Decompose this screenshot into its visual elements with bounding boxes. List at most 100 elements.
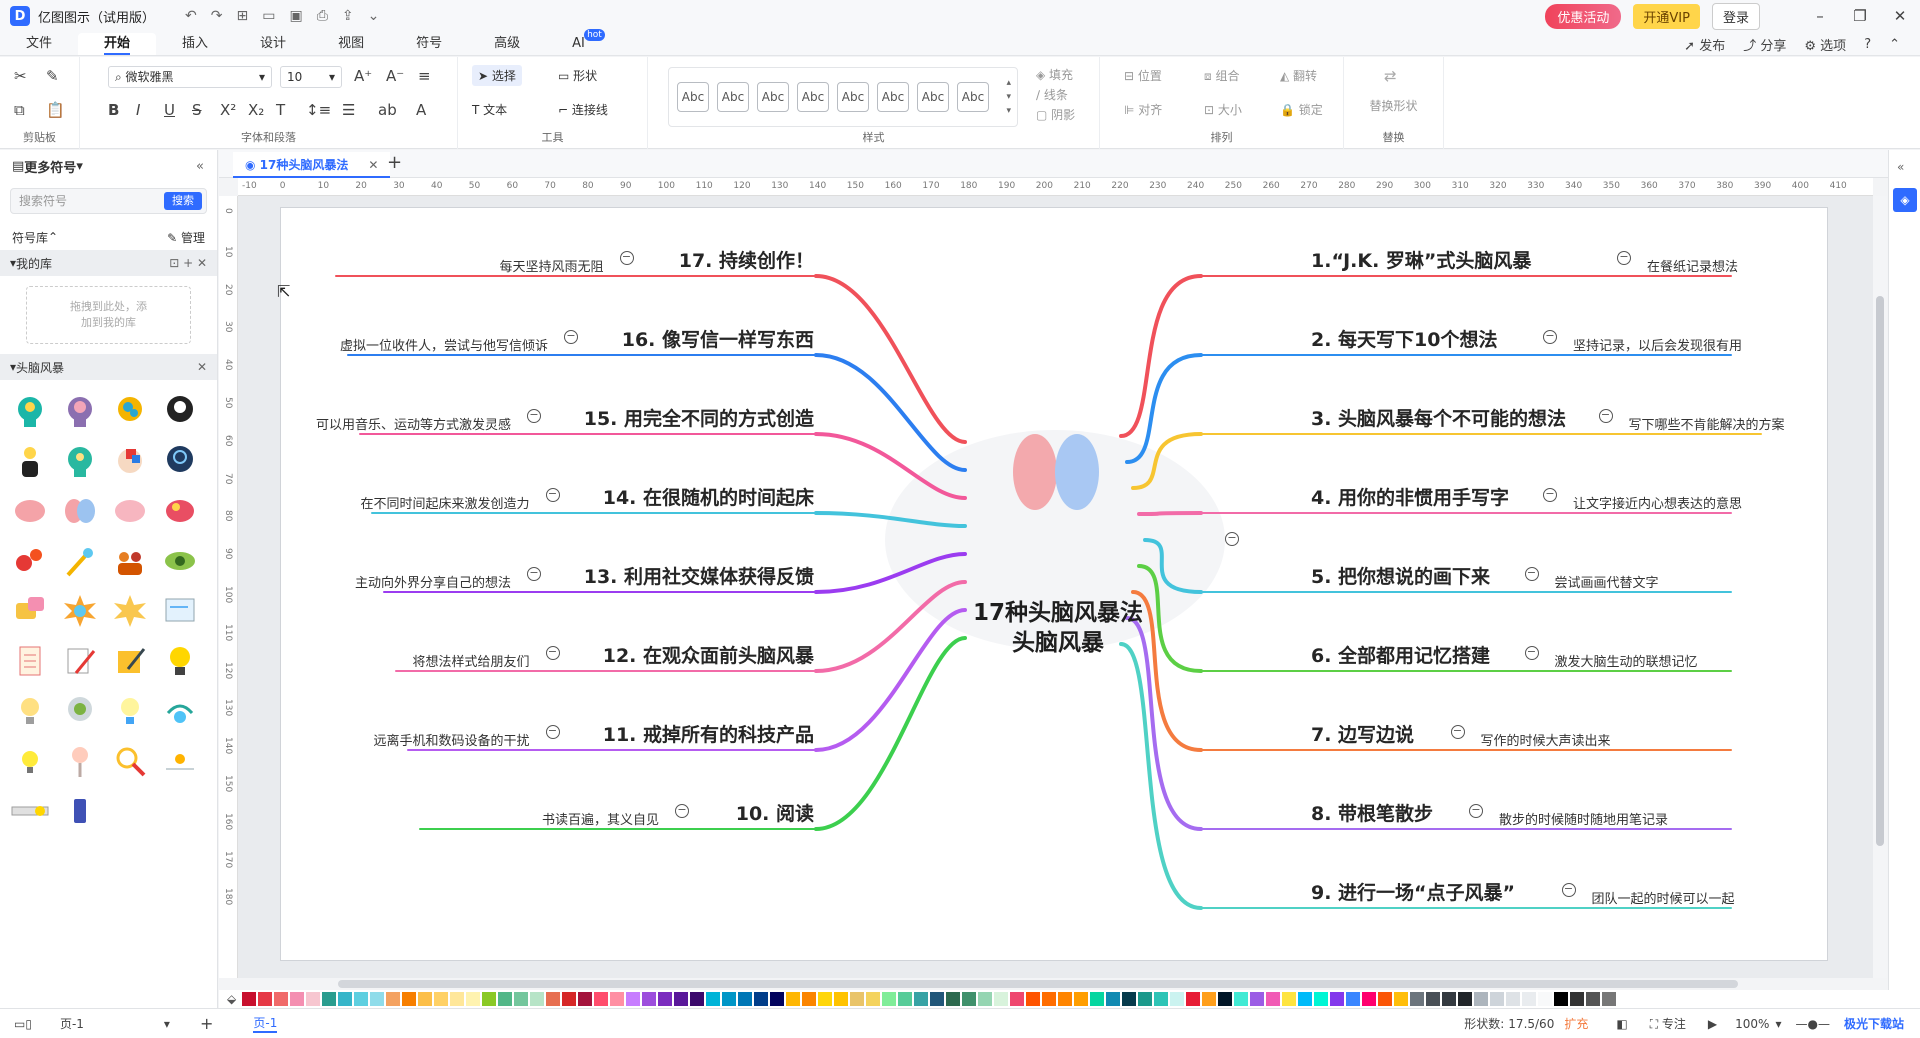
line-button[interactable]: ∕ 线条 xyxy=(1036,85,1075,105)
color-swatch[interactable] xyxy=(450,992,465,1006)
style-preset[interactable]: Abc xyxy=(677,82,709,112)
group-button[interactable]: ⧈ 组合 xyxy=(1204,67,1239,84)
open-folder-icon[interactable]: ▭ xyxy=(262,8,275,24)
left-topic-node[interactable]: 13. 利用社交媒体获得反馈 xyxy=(584,562,814,589)
color-swatch[interactable] xyxy=(338,992,353,1006)
collapse-branch-icon[interactable]: − xyxy=(1469,804,1483,818)
style-preset[interactable]: Abc xyxy=(917,82,949,112)
undo-icon[interactable]: ↶ xyxy=(185,8,197,24)
color-swatch[interactable] xyxy=(1394,992,1409,1006)
eye-icon[interactable] xyxy=(160,540,200,582)
color-swatch[interactable] xyxy=(866,992,881,1006)
color-swatch[interactable] xyxy=(354,992,369,1006)
expand-panel-icon[interactable]: « xyxy=(1897,160,1904,174)
color-swatch[interactable] xyxy=(482,992,497,1006)
strikethrough-icon[interactable]: S xyxy=(192,101,202,119)
collapse-branch-icon[interactable]: − xyxy=(527,567,541,581)
color-swatch[interactable] xyxy=(610,992,625,1006)
head-dark-icon[interactable] xyxy=(160,390,200,432)
collapse-branch-icon[interactable]: − xyxy=(1225,532,1239,546)
minimize-icon[interactable]: – xyxy=(1800,7,1840,25)
collapse-branch-icon[interactable]: − xyxy=(1561,883,1576,897)
zoom-level[interactable]: 100% xyxy=(1735,1017,1769,1031)
collapse-branch-icon[interactable]: − xyxy=(675,804,689,818)
close-icon[interactable]: ✕ xyxy=(197,360,207,374)
left-topic-node[interactable]: 17. 持续创作！ xyxy=(679,246,814,273)
color-swatch[interactable] xyxy=(1266,992,1281,1006)
right-topic-note[interactable]: 让文字接近内心想表达的意思 xyxy=(1573,493,1742,512)
explosion-idea-icon[interactable] xyxy=(60,590,100,632)
expand-link[interactable]: 扩充 xyxy=(1564,1015,1588,1032)
collapse-branch-icon[interactable]: − xyxy=(619,251,634,265)
color-swatch[interactable] xyxy=(1282,992,1297,1006)
right-topic-note[interactable]: 散步的时候随时随地用笔记录 xyxy=(1499,809,1668,828)
color-swatch[interactable] xyxy=(1042,992,1057,1006)
replace-shape-button[interactable]: 替换形状 xyxy=(1344,97,1443,114)
style-preset[interactable]: Abc xyxy=(717,82,749,112)
lightbulb-blue-icon[interactable] xyxy=(110,690,150,732)
superscript-icon[interactable]: X² xyxy=(220,101,236,119)
right-topic-note[interactable]: 尝试画画代替文字 xyxy=(1555,572,1659,591)
writing-list-icon[interactable] xyxy=(60,640,100,682)
close-tab-icon[interactable]: ✕ xyxy=(368,158,378,172)
manage-button[interactable]: ✎ 管理 xyxy=(167,229,205,246)
right-topic-node[interactable]: 7. 边写边说 xyxy=(1311,720,1414,747)
chevron-down-icon[interactable]: ▾ xyxy=(76,159,83,174)
new-file-icon[interactable]: ⊞ xyxy=(236,8,248,24)
focus-mode-button[interactable]: ⛶ 专注 xyxy=(1650,1015,1686,1032)
color-swatch[interactable] xyxy=(770,992,785,1006)
color-swatch[interactable] xyxy=(530,992,545,1006)
color-swatch[interactable] xyxy=(1058,992,1073,1006)
redo-icon[interactable]: ↷ xyxy=(211,8,223,24)
export-icon[interactable]: ⇪ xyxy=(342,8,354,24)
page-selector[interactable]: 页-1 xyxy=(60,1015,84,1032)
import-icon[interactable]: ⊡ xyxy=(169,256,183,270)
color-swatch[interactable] xyxy=(658,992,673,1006)
lightbulb-icon[interactable] xyxy=(160,640,200,682)
menu-design[interactable]: 设计 xyxy=(234,33,312,55)
style-preset[interactable]: Abc xyxy=(957,82,989,112)
collapse-branch-icon[interactable]: − xyxy=(1543,488,1557,502)
style-preset[interactable]: Abc xyxy=(797,82,829,112)
color-swatch[interactable] xyxy=(690,992,705,1006)
text-tool[interactable]: T 文本 xyxy=(472,101,507,118)
bold-icon[interactable]: B xyxy=(108,101,119,119)
color-swatch[interactable] xyxy=(242,992,257,1006)
fill-button[interactable]: ◈ 填充 xyxy=(1036,65,1075,85)
head-puzzle-icon[interactable] xyxy=(110,440,150,482)
right-topic-note[interactable]: 写作的时候大声读出来 xyxy=(1481,730,1611,749)
menu-view[interactable]: 视图 xyxy=(312,33,390,55)
color-swatch[interactable] xyxy=(1538,992,1553,1006)
connector-tool[interactable]: ⌐ 连接线 xyxy=(558,101,608,118)
add-tab-icon[interactable]: + xyxy=(387,152,402,173)
color-swatch[interactable] xyxy=(1026,992,1041,1006)
color-swatch[interactable] xyxy=(1234,992,1249,1006)
color-swatch[interactable] xyxy=(1426,992,1441,1006)
color-swatch[interactable] xyxy=(994,992,1009,1006)
shape-tool[interactable]: ▭ 形状 xyxy=(558,67,597,84)
color-swatch[interactable] xyxy=(466,992,481,1006)
add-page-icon[interactable]: + xyxy=(200,1014,213,1033)
font-name-select[interactable]: ⌕ 微软雅黑 ▾ xyxy=(108,66,272,88)
head-circuit-icon[interactable] xyxy=(160,440,200,482)
color-swatch[interactable] xyxy=(834,992,849,1006)
left-topic-node[interactable]: 10. 阅读 xyxy=(736,799,814,826)
team-icon[interactable] xyxy=(110,540,150,582)
collapse-branch-icon[interactable]: − xyxy=(545,488,560,502)
menu-symbol[interactable]: 符号 xyxy=(390,33,468,55)
collapse-branch-icon[interactable]: − xyxy=(1450,725,1465,739)
color-swatch[interactable] xyxy=(1458,992,1473,1006)
document-tab[interactable]: ◉ 17种头脑风暴法 ✕ xyxy=(233,152,391,178)
checklist-icon[interactable] xyxy=(10,640,50,682)
format-painter-icon[interactable]: ✎ xyxy=(46,67,59,85)
starburst-icon[interactable] xyxy=(110,590,150,632)
page-tab-active[interactable]: 页-1 xyxy=(253,1014,278,1033)
color-swatch[interactable] xyxy=(1570,992,1585,1006)
format-panel-icon[interactable]: ◈ xyxy=(1893,188,1917,212)
color-swatch[interactable] xyxy=(434,992,449,1006)
save-icon[interactable]: ▣ xyxy=(289,8,302,24)
magnifier-icon[interactable] xyxy=(110,740,150,782)
style-preset[interactable]: Abc xyxy=(837,82,869,112)
color-swatch[interactable] xyxy=(1298,992,1313,1006)
menu-home[interactable]: 开始 xyxy=(78,33,157,55)
